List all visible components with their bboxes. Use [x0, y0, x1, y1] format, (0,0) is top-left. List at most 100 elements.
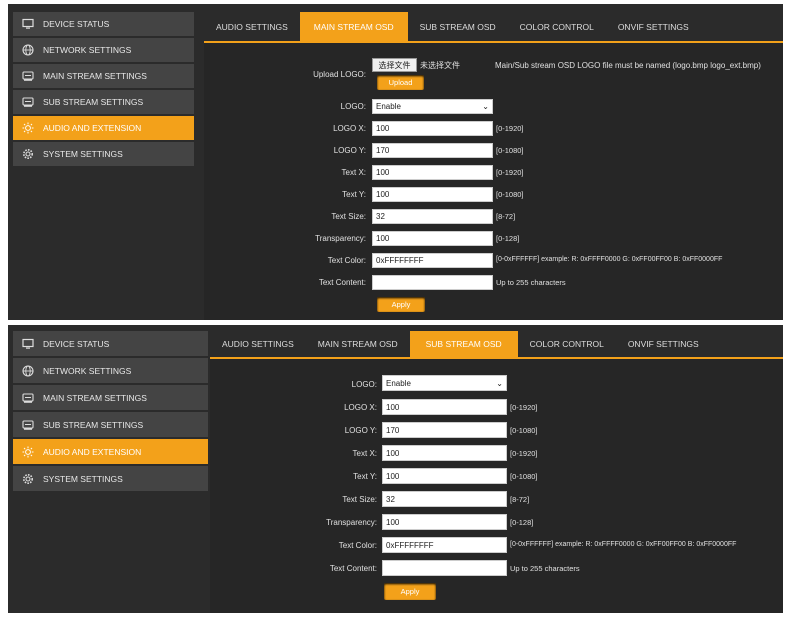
text-x-label: Text X:: [352, 449, 377, 458]
logo-x-range: [0-1920]: [510, 403, 538, 412]
sidebar-item-sub-stream-settings[interactable]: SUB STREAM SETTINGS: [13, 90, 194, 114]
text-y-input[interactable]: 100: [382, 468, 507, 484]
logo-x-label: LOGO X:: [344, 403, 377, 412]
logo-x-label: LOGO X:: [333, 124, 366, 133]
transparency-range: [0-128]: [496, 234, 520, 243]
text-color-input[interactable]: 0xFFFFFFFF: [382, 537, 507, 553]
monitor-icon: [21, 17, 35, 31]
text-color-label: Text Color:: [327, 256, 366, 265]
sidebar-item-sub-stream-settings[interactable]: SUB STREAM SETTINGS: [13, 412, 208, 437]
logo-label: LOGO:: [340, 102, 366, 111]
sidebar-item-audio-and-extension[interactable]: AUDIO AND EXTENSION: [13, 439, 208, 464]
main-stream-osd-panel: DEVICE STATUS NETWORK SETTINGS MAIN STRE…: [8, 4, 783, 320]
tab-audio-settings[interactable]: AUDIO SETTINGS: [210, 331, 306, 357]
sun-icon: [21, 445, 35, 459]
sidebar: DEVICE STATUS NETWORK SETTINGS MAIN STRE…: [13, 331, 208, 493]
globe-icon: [21, 364, 35, 378]
tab-main-stream-osd[interactable]: MAIN STREAM OSD: [306, 331, 410, 357]
sidebar-item-audio-and-extension[interactable]: AUDIO AND EXTENSION: [13, 116, 194, 140]
text-color-hint: [0-0xFFFFFF] example: R: 0xFFFF0000 G: 0…: [496, 256, 723, 263]
stream-icon: [21, 418, 35, 432]
gear-icon: [21, 472, 35, 486]
sidebar-item-label: AUDIO AND EXTENSION: [43, 446, 142, 457]
sidebar-item-label: DEVICE STATUS: [43, 19, 110, 29]
text-content-hint: Up to 255 characters: [496, 278, 566, 287]
sidebar-item-label: AUDIO AND EXTENSION: [43, 123, 142, 133]
text-size-label: Text Size:: [342, 495, 377, 504]
logo-x-range: [0-1920]: [496, 124, 524, 133]
chevron-down-icon: ⌄: [482, 102, 489, 111]
text-color-hint: [0-0xFFFFFF] example: R: 0xFFFF0000 G: 0…: [510, 541, 737, 548]
tab-main-stream-osd[interactable]: MAIN STREAM OSD: [299, 12, 408, 41]
tab-onvif-settings[interactable]: ONVIF SETTINGS: [616, 331, 711, 357]
tab-onvif-settings[interactable]: ONVIF SETTINGS: [606, 12, 701, 41]
stream-icon: [21, 391, 35, 405]
osd-form: LOGO: Enable ⌄ LOGO X: 100 [0-1920] LOGO …: [210, 359, 783, 613]
logo-select[interactable]: Enable ⌄: [382, 375, 507, 391]
text-y-input[interactable]: 100: [372, 187, 493, 202]
logo-x-input[interactable]: 100: [372, 121, 493, 136]
text-content-input[interactable]: [382, 560, 507, 576]
logo-y-label: LOGO Y:: [344, 426, 377, 435]
logo-y-range: [0-1080]: [496, 146, 524, 155]
tab-sub-stream-osd[interactable]: SUB STREAM OSD: [409, 331, 518, 357]
sidebar-item-label: MAIN STREAM SETTINGS: [43, 392, 147, 403]
text-y-label: Text Y:: [353, 472, 377, 481]
text-x-label: Text X:: [341, 168, 366, 177]
sidebar-item-system-settings[interactable]: SYSTEM SETTINGS: [13, 142, 194, 166]
sidebar-item-label: NETWORK SETTINGS: [43, 365, 132, 376]
text-content-label: Text Content:: [318, 278, 366, 287]
text-size-range: [8-72]: [496, 212, 516, 221]
choose-file-button[interactable]: 选择文件: [372, 58, 417, 72]
apply-button[interactable]: Apply: [377, 297, 425, 312]
tab-color-control[interactable]: COLOR CONTROL: [508, 12, 606, 41]
text-size-range: [8-72]: [510, 495, 530, 504]
tab-sub-stream-osd[interactable]: SUB STREAM OSD: [408, 12, 508, 41]
text-content-input[interactable]: [372, 275, 493, 290]
sidebar-item-label: SYSTEM SETTINGS: [43, 473, 123, 484]
text-x-range: [0-1920]: [510, 449, 538, 458]
logo-x-input[interactable]: 100: [382, 399, 507, 415]
sidebar-item-system-settings[interactable]: SYSTEM SETTINGS: [13, 466, 208, 491]
logo-y-input[interactable]: 170: [372, 143, 493, 158]
apply-button[interactable]: Apply: [384, 583, 436, 600]
text-content-hint: Up to 255 characters: [510, 564, 580, 573]
tab-color-control[interactable]: COLOR CONTROL: [518, 331, 616, 357]
sidebar-item-main-stream-settings[interactable]: MAIN STREAM SETTINGS: [13, 64, 194, 88]
upload-note: Main/Sub stream OSD LOGO file must be na…: [495, 61, 761, 70]
text-y-label: Text Y:: [342, 190, 366, 199]
text-x-input[interactable]: 100: [372, 165, 493, 180]
logo-y-range: [0-1080]: [510, 426, 538, 435]
sidebar-item-device-status[interactable]: DEVICE STATUS: [13, 331, 208, 356]
sidebar-item-label: SUB STREAM SETTINGS: [43, 419, 144, 430]
logo-y-input[interactable]: 170: [382, 422, 507, 438]
transparency-input[interactable]: 100: [382, 514, 507, 530]
osd-form: Upload LOGO: 选择文件 未选择文件 Main/Sub stream …: [204, 43, 783, 320]
sidebar-item-network-settings[interactable]: NETWORK SETTINGS: [13, 358, 208, 383]
logo-select-value: Enable: [386, 378, 411, 388]
gear-icon: [21, 147, 35, 161]
sidebar-item-label: SUB STREAM SETTINGS: [43, 97, 144, 107]
text-color-label: Text Color:: [338, 541, 377, 550]
sidebar-item-label: SYSTEM SETTINGS: [43, 149, 123, 159]
logo-select-value: Enable: [376, 102, 401, 111]
sun-icon: [21, 121, 35, 135]
upload-logo-label: Upload LOGO:: [313, 70, 366, 79]
text-size-input[interactable]: 32: [382, 491, 507, 507]
text-x-input[interactable]: 100: [382, 445, 507, 461]
sidebar-item-device-status[interactable]: DEVICE STATUS: [13, 12, 194, 36]
sidebar-item-main-stream-settings[interactable]: MAIN STREAM SETTINGS: [13, 385, 208, 410]
logo-select[interactable]: Enable ⌄: [372, 99, 493, 114]
tab-bar: AUDIO SETTINGS MAIN STREAM OSD SUB STREA…: [204, 12, 783, 43]
text-x-range: [0-1920]: [496, 168, 524, 177]
sidebar-item-network-settings[interactable]: NETWORK SETTINGS: [13, 38, 194, 62]
text-size-input[interactable]: 32: [372, 209, 493, 224]
transparency-input[interactable]: 100: [372, 231, 493, 246]
upload-button[interactable]: Upload: [377, 75, 424, 90]
logo-y-label: LOGO Y:: [333, 146, 366, 155]
text-y-range: [0-1080]: [510, 472, 538, 481]
stream-icon: [21, 69, 35, 83]
tab-audio-settings[interactable]: AUDIO SETTINGS: [204, 12, 300, 41]
monitor-icon: [21, 337, 35, 351]
text-color-input[interactable]: 0xFFFFFFFF: [372, 253, 493, 268]
